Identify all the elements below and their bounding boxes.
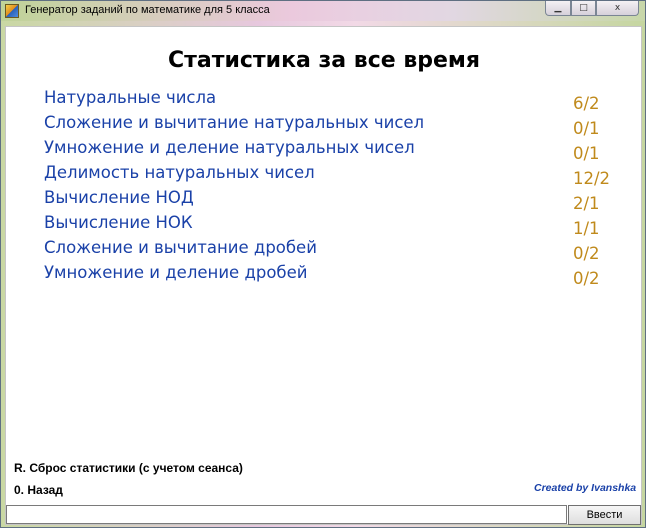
app-icon — [5, 4, 19, 18]
topic-label: Сложение и вычитание натуральных чисел — [44, 113, 425, 132]
app-window: Генератор заданий по математике для 5 кл… — [0, 0, 646, 528]
topic-label: Вычисление НОД — [44, 188, 194, 207]
topic-score: 0/1 — [573, 144, 600, 163]
menu-option-reset: R. Сброс статистики (с учетом сеанса) — [14, 461, 243, 475]
topic-label: Натуральные числа — [44, 88, 217, 107]
statistics-row: Сложение и вычитание дробей 0/2 — [44, 238, 614, 263]
topic-score: 12/2 — [573, 169, 611, 188]
statistics-row: Вычисление НОК 1/1 — [44, 213, 614, 238]
topic-score: 0/1 — [573, 119, 600, 138]
topic-label: Делимость натуральных чисел — [44, 163, 315, 182]
title-bar[interactable]: Генератор заданий по математике для 5 кл… — [1, 1, 645, 21]
statistics-row: Вычисление НОД 2/1 — [44, 188, 614, 213]
close-button[interactable]: x — [596, 1, 639, 16]
statistics-row: Натуральные числа 6/2 — [44, 88, 614, 113]
command-input[interactable] — [6, 505, 567, 524]
statistics-list: Натуральные числа 6/2 Сложение и вычитан… — [44, 88, 614, 288]
topic-label: Сложение и вычитание дробей — [44, 238, 317, 257]
statistics-row: Умножение и деление дробей 0/2 — [44, 263, 614, 288]
topic-score: 0/2 — [573, 244, 600, 263]
statistics-row: Сложение и вычитание натуральных чисел 0… — [44, 113, 614, 138]
menu-option-back: 0. Назад — [14, 483, 63, 497]
statistics-row: Делимость натуральных чисел 12/2 — [44, 163, 614, 188]
author-credit: Created by Ivanshka — [534, 482, 637, 494]
topic-score: 2/1 — [573, 194, 600, 213]
enter-button[interactable]: Ввести — [568, 505, 641, 525]
topic-label: Умножение и деление дробей — [44, 263, 308, 282]
minimize-button[interactable]: ▁ — [545, 1, 571, 16]
window-title: Генератор заданий по математике для 5 кл… — [25, 4, 270, 16]
topic-label: Умножение и деление натуральных чисел — [44, 138, 415, 157]
statistics-row: Умножение и деление натуральных чисел 0/… — [44, 138, 614, 163]
topic-score: 0/2 — [573, 269, 600, 288]
maximize-button[interactable]: □ — [571, 1, 596, 16]
topic-score: 1/1 — [573, 219, 600, 238]
topic-score: 6/2 — [573, 94, 600, 113]
topic-label: Вычисление НОК — [44, 213, 193, 232]
page-title: Статистика за все время — [167, 48, 481, 73]
